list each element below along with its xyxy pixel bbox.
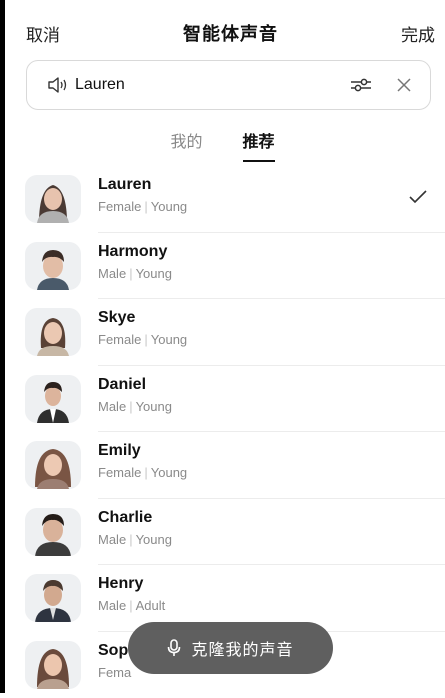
voice-age: Young: [136, 399, 172, 414]
male-avatar-icon: [25, 508, 81, 556]
tab-recommended[interactable]: 推荐: [243, 128, 275, 162]
voice-row-daniel[interactable]: Daniel Male| Young: [0, 366, 445, 433]
voice-meta: Female| Young: [98, 199, 187, 214]
voice-age: Adult: [136, 598, 166, 613]
voice-gender: Female: [98, 332, 141, 347]
voice-gender: Male: [98, 598, 126, 613]
voice-meta: Male| Young: [98, 399, 172, 414]
mic-icon: [167, 639, 181, 657]
avatar: [25, 574, 81, 622]
done-button[interactable]: 完成: [401, 21, 435, 46]
voice-row-harmony[interactable]: Harmony Male| Young: [0, 233, 445, 300]
meta-separator: |: [144, 199, 147, 214]
voice-name: Harmony: [98, 243, 167, 261]
voice-meta: Male| Young: [98, 266, 172, 281]
meta-separator: |: [144, 465, 147, 480]
female-avatar-icon: [25, 641, 81, 689]
speaker-icon[interactable]: [47, 76, 69, 94]
voice-row-emily[interactable]: Emily Female| Young: [0, 432, 445, 499]
voice-age: Young: [136, 266, 172, 281]
voice-meta: Fema: [98, 665, 131, 680]
voice-meta: Male| Adult: [98, 598, 165, 613]
voice-age: Young: [151, 199, 187, 214]
clone-voice-label: 克隆我的声音: [191, 636, 293, 660]
avatar: [25, 375, 81, 423]
voice-gender: Female: [98, 465, 141, 480]
voice-meta: Male| Young: [98, 532, 172, 547]
voice-age: Young: [136, 532, 172, 547]
tab-mine[interactable]: 我的: [170, 128, 202, 160]
avatar: [25, 175, 81, 223]
voice-list: Lauren Female|Young Harmony Male|Young: [0, 166, 445, 698]
male-avatar-icon: [25, 242, 81, 290]
male-avatar-icon: [25, 574, 81, 622]
filter-icon[interactable]: [350, 76, 372, 94]
selected-voice-bar[interactable]: Lauren: [26, 60, 431, 110]
voice-row-skye[interactable]: Skye Female| Young: [0, 299, 445, 366]
voice-meta: Female| Young: [98, 332, 187, 347]
avatar: [25, 242, 81, 290]
voice-name: Emily: [98, 442, 141, 460]
voice-gender: Fema: [98, 665, 131, 680]
voice-name: Skye: [98, 309, 135, 327]
voice-gender: Male: [98, 399, 126, 414]
tab-bar: 我的 推荐: [0, 128, 445, 158]
voice-age: Young: [151, 332, 187, 347]
voice-name: Lauren: [98, 176, 151, 194]
voice-gender: Male: [98, 266, 126, 281]
female-avatar-icon: [25, 175, 81, 223]
voice-gender: Female: [98, 199, 141, 214]
clone-voice-button[interactable]: 克隆我的声音: [128, 622, 333, 674]
meta-separator: |: [129, 266, 132, 281]
voice-name: Sop: [98, 642, 128, 660]
avatar: [25, 308, 81, 356]
page-title: 智能体声音: [183, 20, 278, 46]
male-avatar-icon: [25, 375, 81, 423]
close-icon[interactable]: [396, 77, 412, 93]
meta-separator: |: [129, 399, 132, 414]
voice-gender: Male: [98, 532, 126, 547]
meta-separator: |: [129, 532, 132, 547]
avatar: [25, 641, 81, 689]
avatar: [25, 508, 81, 556]
meta-separator: |: [144, 332, 147, 347]
voice-name: Daniel: [98, 376, 146, 394]
voice-row-charlie[interactable]: Charlie Male| Young: [0, 499, 445, 566]
female-avatar-icon: [25, 308, 81, 356]
voice-age: Young: [151, 465, 187, 480]
avatar: [25, 441, 81, 489]
voice-name: Charlie: [98, 509, 152, 527]
checkmark-icon: [409, 190, 427, 204]
voice-name: Henry: [98, 575, 143, 593]
header: 取消 智能体声音 完成: [26, 18, 435, 48]
voice-row-lauren[interactable]: Lauren Female| Young: [0, 166, 445, 233]
selected-voice-name: Lauren: [75, 76, 125, 94]
female-avatar-icon: [25, 441, 81, 489]
meta-separator: |: [129, 598, 132, 613]
cancel-button[interactable]: 取消: [26, 21, 60, 46]
voice-meta: Female| Young: [98, 465, 187, 480]
